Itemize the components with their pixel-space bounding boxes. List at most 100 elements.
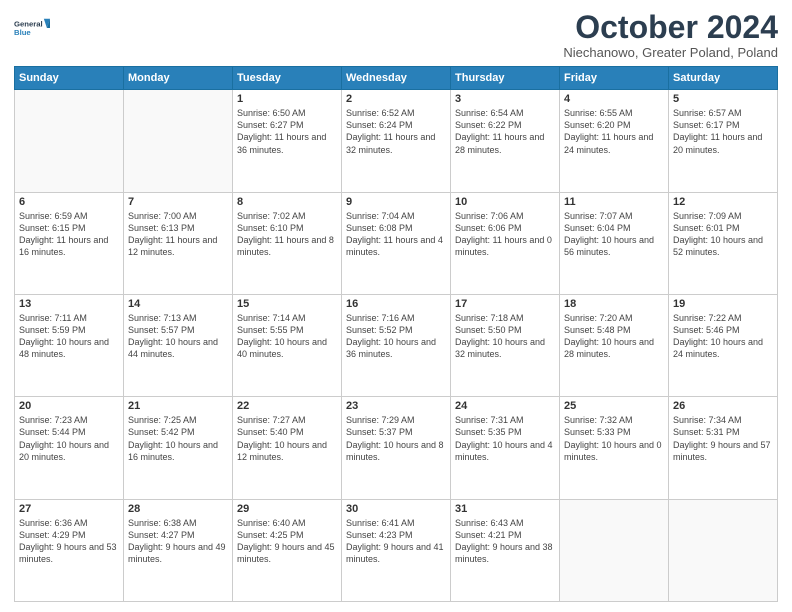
day-detail: Sunrise: 6:59 AMSunset: 6:15 PMDaylight:… bbox=[19, 210, 119, 259]
week-row-4: 20 Sunrise: 7:23 AMSunset: 5:44 PMDaylig… bbox=[15, 397, 778, 499]
day-number: 15 bbox=[237, 298, 337, 310]
week-row-5: 27 Sunrise: 6:36 AMSunset: 4:29 PMDaylig… bbox=[15, 499, 778, 601]
calendar-cell: 25 Sunrise: 7:32 AMSunset: 5:33 PMDaylig… bbox=[560, 397, 669, 499]
day-number: 19 bbox=[673, 298, 773, 310]
calendar-cell: 3 Sunrise: 6:54 AMSunset: 6:22 PMDayligh… bbox=[451, 90, 560, 192]
day-detail: Sunrise: 6:57 AMSunset: 6:17 PMDaylight:… bbox=[673, 107, 773, 156]
day-detail: Sunrise: 7:06 AMSunset: 6:06 PMDaylight:… bbox=[455, 210, 555, 259]
calendar-cell: 26 Sunrise: 7:34 AMSunset: 5:31 PMDaylig… bbox=[669, 397, 778, 499]
calendar-cell: 29 Sunrise: 6:40 AMSunset: 4:25 PMDaylig… bbox=[233, 499, 342, 601]
day-number: 7 bbox=[128, 196, 228, 208]
day-detail: Sunrise: 6:43 AMSunset: 4:21 PMDaylight:… bbox=[455, 517, 555, 566]
calendar-body: 1 Sunrise: 6:50 AMSunset: 6:27 PMDayligh… bbox=[15, 90, 778, 602]
day-number: 18 bbox=[564, 298, 664, 310]
day-detail: Sunrise: 7:14 AMSunset: 5:55 PMDaylight:… bbox=[237, 312, 337, 361]
week-row-2: 6 Sunrise: 6:59 AMSunset: 6:15 PMDayligh… bbox=[15, 192, 778, 294]
day-number: 8 bbox=[237, 196, 337, 208]
day-detail: Sunrise: 6:38 AMSunset: 4:27 PMDaylight:… bbox=[128, 517, 228, 566]
day-number: 6 bbox=[19, 196, 119, 208]
day-number: 3 bbox=[455, 93, 555, 105]
calendar-cell: 8 Sunrise: 7:02 AMSunset: 6:10 PMDayligh… bbox=[233, 192, 342, 294]
calendar-cell: 14 Sunrise: 7:13 AMSunset: 5:57 PMDaylig… bbox=[124, 294, 233, 396]
subtitle: Niechanowo, Greater Poland, Poland bbox=[563, 45, 778, 60]
calendar-cell: 13 Sunrise: 7:11 AMSunset: 5:59 PMDaylig… bbox=[15, 294, 124, 396]
calendar-cell: 16 Sunrise: 7:16 AMSunset: 5:52 PMDaylig… bbox=[342, 294, 451, 396]
day-number: 22 bbox=[237, 400, 337, 412]
calendar-cell bbox=[669, 499, 778, 601]
day-number: 31 bbox=[455, 503, 555, 515]
calendar-cell: 21 Sunrise: 7:25 AMSunset: 5:42 PMDaylig… bbox=[124, 397, 233, 499]
col-wednesday: Wednesday bbox=[342, 67, 451, 90]
day-number: 25 bbox=[564, 400, 664, 412]
calendar-cell bbox=[560, 499, 669, 601]
calendar-cell bbox=[124, 90, 233, 192]
day-number: 24 bbox=[455, 400, 555, 412]
day-number: 20 bbox=[19, 400, 119, 412]
logo: General Blue bbox=[14, 10, 50, 46]
calendar-header: Sunday Monday Tuesday Wednesday Thursday… bbox=[15, 67, 778, 90]
calendar-cell bbox=[15, 90, 124, 192]
day-detail: Sunrise: 6:54 AMSunset: 6:22 PMDaylight:… bbox=[455, 107, 555, 156]
day-number: 21 bbox=[128, 400, 228, 412]
week-row-3: 13 Sunrise: 7:11 AMSunset: 5:59 PMDaylig… bbox=[15, 294, 778, 396]
calendar-cell: 18 Sunrise: 7:20 AMSunset: 5:48 PMDaylig… bbox=[560, 294, 669, 396]
day-detail: Sunrise: 7:13 AMSunset: 5:57 PMDaylight:… bbox=[128, 312, 228, 361]
day-number: 29 bbox=[237, 503, 337, 515]
svg-text:Blue: Blue bbox=[14, 28, 31, 37]
day-detail: Sunrise: 7:11 AMSunset: 5:59 PMDaylight:… bbox=[19, 312, 119, 361]
day-number: 9 bbox=[346, 196, 446, 208]
col-thursday: Thursday bbox=[451, 67, 560, 90]
day-number: 11 bbox=[564, 196, 664, 208]
day-detail: Sunrise: 6:40 AMSunset: 4:25 PMDaylight:… bbox=[237, 517, 337, 566]
calendar-cell: 22 Sunrise: 7:27 AMSunset: 5:40 PMDaylig… bbox=[233, 397, 342, 499]
col-tuesday: Tuesday bbox=[233, 67, 342, 90]
day-detail: Sunrise: 6:52 AMSunset: 6:24 PMDaylight:… bbox=[346, 107, 446, 156]
day-detail: Sunrise: 7:04 AMSunset: 6:08 PMDaylight:… bbox=[346, 210, 446, 259]
day-number: 13 bbox=[19, 298, 119, 310]
day-number: 4 bbox=[564, 93, 664, 105]
day-number: 2 bbox=[346, 93, 446, 105]
day-detail: Sunrise: 7:09 AMSunset: 6:01 PMDaylight:… bbox=[673, 210, 773, 259]
day-number: 30 bbox=[346, 503, 446, 515]
day-number: 1 bbox=[237, 93, 337, 105]
calendar-cell: 31 Sunrise: 6:43 AMSunset: 4:21 PMDaylig… bbox=[451, 499, 560, 601]
calendar-cell: 23 Sunrise: 7:29 AMSunset: 5:37 PMDaylig… bbox=[342, 397, 451, 499]
calendar-cell: 12 Sunrise: 7:09 AMSunset: 6:01 PMDaylig… bbox=[669, 192, 778, 294]
day-detail: Sunrise: 7:16 AMSunset: 5:52 PMDaylight:… bbox=[346, 312, 446, 361]
calendar-cell: 19 Sunrise: 7:22 AMSunset: 5:46 PMDaylig… bbox=[669, 294, 778, 396]
day-detail: Sunrise: 7:23 AMSunset: 5:44 PMDaylight:… bbox=[19, 414, 119, 463]
day-detail: Sunrise: 7:20 AMSunset: 5:48 PMDaylight:… bbox=[564, 312, 664, 361]
calendar-cell: 5 Sunrise: 6:57 AMSunset: 6:17 PMDayligh… bbox=[669, 90, 778, 192]
day-number: 5 bbox=[673, 93, 773, 105]
day-number: 16 bbox=[346, 298, 446, 310]
day-number: 12 bbox=[673, 196, 773, 208]
col-sunday: Sunday bbox=[15, 67, 124, 90]
page: General Blue October 2024 Niechanowo, Gr… bbox=[0, 0, 792, 612]
day-detail: Sunrise: 7:32 AMSunset: 5:33 PMDaylight:… bbox=[564, 414, 664, 463]
day-number: 26 bbox=[673, 400, 773, 412]
calendar-cell: 17 Sunrise: 7:18 AMSunset: 5:50 PMDaylig… bbox=[451, 294, 560, 396]
calendar-table: Sunday Monday Tuesday Wednesday Thursday… bbox=[14, 66, 778, 602]
day-detail: Sunrise: 7:25 AMSunset: 5:42 PMDaylight:… bbox=[128, 414, 228, 463]
day-detail: Sunrise: 6:41 AMSunset: 4:23 PMDaylight:… bbox=[346, 517, 446, 566]
day-detail: Sunrise: 7:02 AMSunset: 6:10 PMDaylight:… bbox=[237, 210, 337, 259]
week-row-1: 1 Sunrise: 6:50 AMSunset: 6:27 PMDayligh… bbox=[15, 90, 778, 192]
day-number: 14 bbox=[128, 298, 228, 310]
calendar-cell: 15 Sunrise: 7:14 AMSunset: 5:55 PMDaylig… bbox=[233, 294, 342, 396]
col-saturday: Saturday bbox=[669, 67, 778, 90]
calendar-cell: 4 Sunrise: 6:55 AMSunset: 6:20 PMDayligh… bbox=[560, 90, 669, 192]
day-detail: Sunrise: 6:55 AMSunset: 6:20 PMDaylight:… bbox=[564, 107, 664, 156]
day-number: 17 bbox=[455, 298, 555, 310]
calendar-cell: 20 Sunrise: 7:23 AMSunset: 5:44 PMDaylig… bbox=[15, 397, 124, 499]
day-detail: Sunrise: 7:07 AMSunset: 6:04 PMDaylight:… bbox=[564, 210, 664, 259]
svg-text:General: General bbox=[14, 19, 43, 28]
title-block: October 2024 Niechanowo, Greater Poland,… bbox=[563, 10, 778, 60]
day-detail: Sunrise: 6:50 AMSunset: 6:27 PMDaylight:… bbox=[237, 107, 337, 156]
logo-svg: General Blue bbox=[14, 10, 50, 46]
day-detail: Sunrise: 7:18 AMSunset: 5:50 PMDaylight:… bbox=[455, 312, 555, 361]
day-number: 28 bbox=[128, 503, 228, 515]
day-number: 27 bbox=[19, 503, 119, 515]
header: General Blue October 2024 Niechanowo, Gr… bbox=[14, 10, 778, 60]
col-friday: Friday bbox=[560, 67, 669, 90]
day-detail: Sunrise: 6:36 AMSunset: 4:29 PMDaylight:… bbox=[19, 517, 119, 566]
